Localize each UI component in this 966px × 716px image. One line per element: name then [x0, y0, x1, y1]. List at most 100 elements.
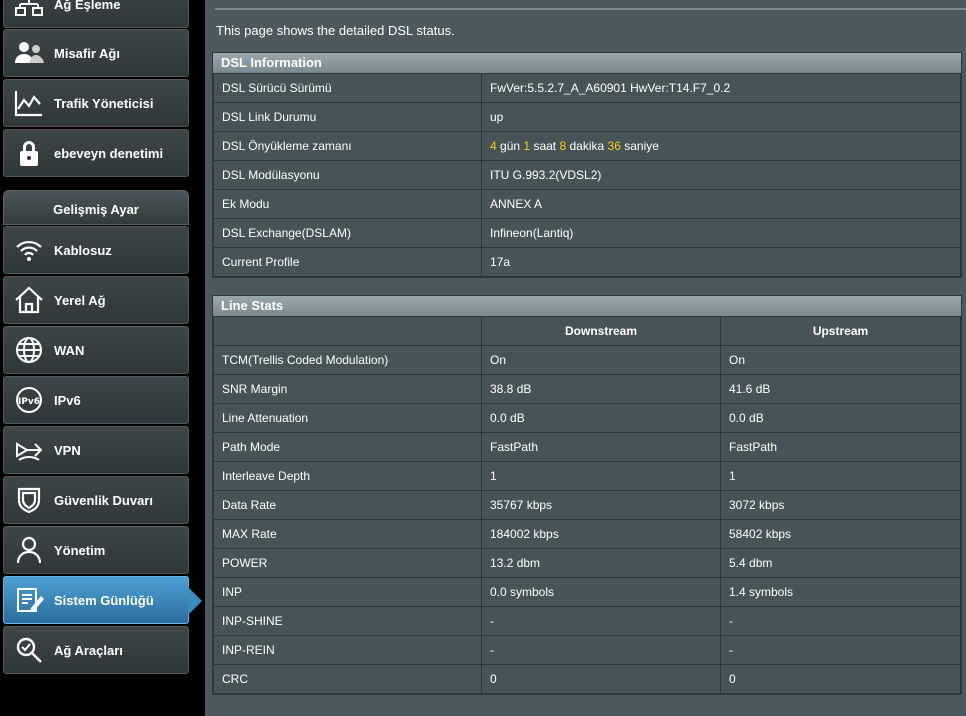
sidebar-item-lan[interactable]: Yerel Ağ [3, 276, 189, 324]
sidebar-item-label: VPN [54, 442, 81, 458]
downstream-value: - [481, 606, 721, 636]
sidebar-item-label: Trafik Yöneticisi [54, 95, 154, 111]
upstream-value: On [720, 345, 961, 375]
downstream-value: On [481, 345, 721, 375]
row-label: INP [213, 577, 482, 607]
table-row: Ek Modu ANNEX A [213, 189, 961, 219]
sidebar-item-label: Ağ Araçları [54, 642, 123, 658]
network-map-icon [4, 0, 54, 20]
upstream-value: - [720, 635, 961, 665]
row-label: Path Mode [213, 432, 482, 462]
sidebar-item-label: Yönetim [54, 542, 106, 558]
table-row: Data Rate 35767 kbps 3072 kbps [213, 490, 961, 520]
sidebar-item-network-tools[interactable]: Ağ Araçları [3, 626, 189, 674]
downstream-value: 0.0 symbols [481, 577, 721, 607]
table-row: SNR Margin 38.8 dB 41.6 dB [213, 374, 961, 404]
row-label: Ek Modu [213, 189, 482, 219]
sidebar-item-vpn[interactable]: VPN [3, 426, 189, 474]
sidebar-item-label: Sistem Günlüğü [54, 592, 154, 608]
table-row: Interleave Depth 1 1 [213, 461, 961, 491]
section-title: DSL Information [213, 53, 961, 73]
sidebar-item-wireless[interactable]: Kablosuz [3, 226, 189, 274]
downstream-value: 38.8 dB [481, 374, 721, 404]
lock-icon [4, 137, 54, 169]
sidebar-item-label: WAN [54, 342, 85, 358]
table-header-row: Downstream Upstream [213, 316, 961, 346]
column-header-empty [213, 316, 482, 346]
sidebar-item-traffic-manager[interactable]: Trafik Yöneticisi [3, 79, 189, 127]
table-row: POWER 13.2 dbm 5.4 dbm [213, 548, 961, 578]
upstream-value: 3072 kbps [720, 490, 961, 520]
dsl-information-table: DSL Sürücü Sürümü FwVer:5.5.2.7_A_A60901… [213, 73, 961, 277]
line-stats-table: Downstream Upstream TCM(Trellis Coded Mo… [213, 316, 961, 694]
sidebar-item-label: Ağ Eşleme [54, 0, 121, 12]
globe-icon [4, 334, 54, 366]
home-icon [4, 284, 54, 316]
row-label: DSL Modülasyonu [213, 160, 482, 190]
svg-text:IPv6: IPv6 [18, 397, 40, 407]
shield-icon [4, 484, 54, 516]
sidebar-item-label: Yerel Ağ [54, 292, 106, 308]
sidebar-item-parental-control[interactable]: ebeveyn denetimi [3, 129, 189, 177]
row-label: DSL Sürücü Sürümü [213, 73, 482, 103]
uptime-hours: 1 [523, 139, 531, 153]
sidebar-item-ipv6[interactable]: IPv6 IPv6 [3, 376, 189, 424]
table-row: MAX Rate 184002 kbps 58402 kbps [213, 519, 961, 549]
downstream-value: 13.2 dbm [481, 548, 721, 578]
row-value: FwVer:5.5.2.7_A_A60901 HwVer:T14.F7_0.2 [481, 73, 961, 103]
traffic-manager-icon [4, 87, 54, 119]
row-label: TCM(Trellis Coded Modulation) [213, 345, 482, 375]
row-label: INP-REIN [213, 635, 482, 665]
sidebar-item-wan[interactable]: WAN [3, 326, 189, 374]
sidebar-item-label: IPv6 [54, 392, 81, 408]
sidebar-item-label: Kablosuz [54, 242, 112, 258]
downstream-value: 0.0 dB [481, 403, 721, 433]
upstream-value: 1 [720, 461, 961, 491]
row-label: Data Rate [213, 490, 482, 520]
table-row: INP-REIN - - [213, 635, 961, 665]
uptime-days: 4 [490, 139, 497, 153]
downstream-value: 1 [481, 461, 721, 491]
ipv6-icon: IPv6 [4, 384, 54, 416]
dsl-information-panel: DSL Information DSL Sürücü Sürümü FwVer:… [212, 52, 962, 278]
row-value: up [481, 102, 961, 132]
sidebar-item-firewall[interactable]: Güvenlik Duvarı [3, 476, 189, 524]
admin-user-icon [4, 534, 54, 566]
table-row: Current Profile 17a [213, 247, 961, 277]
table-row: INP 0.0 symbols 1.4 symbols [213, 577, 961, 607]
uptime-days-unit: gün [500, 139, 521, 153]
sidebar-item-label: ebeveyn denetimi [54, 145, 164, 161]
table-row: DSL Link Durumu up [213, 102, 961, 132]
table-row: Line Attenuation 0.0 dB 0.0 dB [213, 403, 961, 433]
column-header-downstream: Downstream [481, 316, 721, 346]
upstream-value: 0 [720, 664, 961, 694]
sidebar-item-system-log[interactable]: Sistem Günlüğü [3, 576, 202, 624]
row-label: SNR Margin [213, 374, 482, 404]
row-label: Interleave Depth [213, 461, 482, 491]
upstream-value: - [720, 606, 961, 636]
row-value: ANNEX A [481, 189, 961, 219]
main-content: This page shows the detailed DSL status.… [205, 0, 966, 716]
sidebar-item-label: Misafir Ağı [54, 45, 120, 61]
row-value: 17a [481, 247, 961, 277]
table-row: TCM(Trellis Coded Modulation) On On [213, 345, 961, 375]
table-row: Path Mode FastPath FastPath [213, 432, 961, 462]
uptime-hours-unit: saat [533, 139, 557, 153]
sidebar-item-guest-network[interactable]: Misafir Ağı [3, 29, 189, 77]
table-row: DSL Exchange(DSLAM) Infineon(Lantiq) [213, 218, 961, 248]
table-row: INP-SHINE - - [213, 606, 961, 636]
guest-network-icon [4, 37, 54, 69]
downstream-value: 0 [481, 664, 721, 694]
row-label: CRC [213, 664, 482, 694]
table-row: DSL Önyükleme zamanı 4 gün 1 saat 8 daki… [213, 131, 961, 161]
row-value: Infineon(Lantiq) [481, 218, 961, 248]
vpn-icon [4, 434, 54, 466]
uptime-minutes: 8 [559, 139, 567, 153]
downstream-value: FastPath [481, 432, 721, 462]
line-stats-panel: Line Stats Downstream Upstream TCM(Trell… [212, 295, 962, 695]
sidebar-item-network-map[interactable]: Ağ Eşleme [3, 0, 189, 28]
sidebar-item-administration[interactable]: Yönetim [3, 526, 189, 574]
network-tools-icon [4, 634, 54, 666]
uptime-value: 4 gün 1 saat 8 dakika 36 saniye [481, 131, 961, 161]
table-row: DSL Modülasyonu ITU G.993.2(VDSL2) [213, 160, 961, 190]
